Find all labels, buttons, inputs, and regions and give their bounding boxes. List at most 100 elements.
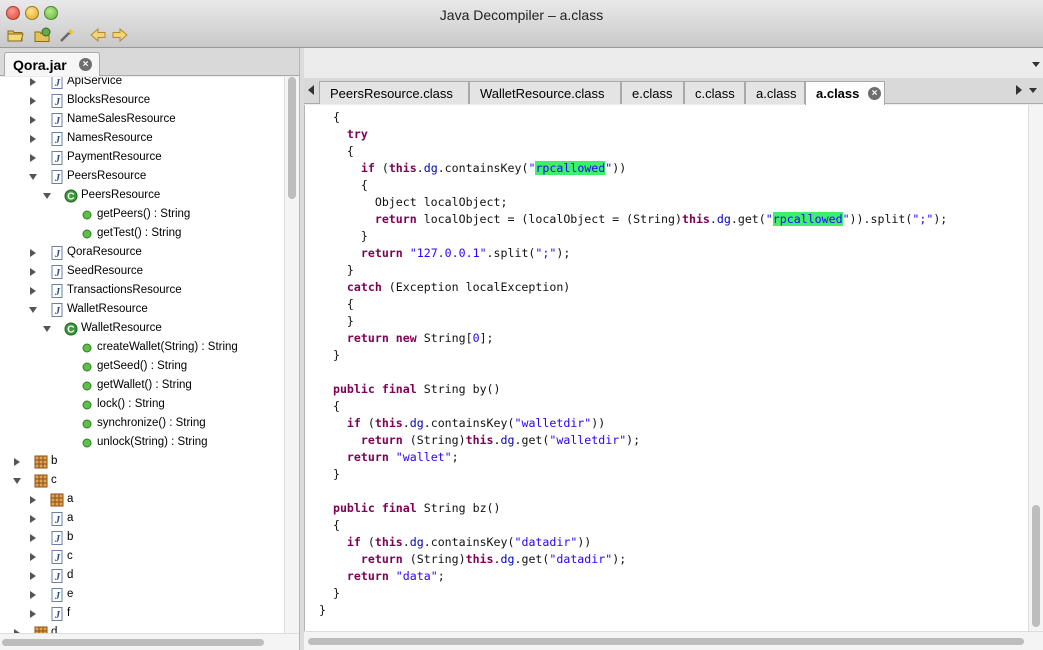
tree-item[interactable]: b	[0, 453, 284, 472]
collapsed-triangle-icon[interactable]	[28, 115, 38, 125]
java-file-icon: J	[50, 132, 64, 146]
class-icon: C	[64, 322, 78, 336]
tree-item[interactable]: d	[0, 624, 284, 633]
tree-item[interactable]: Jd	[0, 567, 284, 586]
tree-item[interactable]: Je	[0, 586, 284, 605]
open-type-icon[interactable]	[34, 27, 52, 43]
tree-item[interactable]: J TransactionsResource	[0, 282, 284, 301]
tree-item[interactable]: getSeed() : String	[0, 358, 284, 377]
java-file-icon: J	[50, 512, 64, 526]
code-line: return new String[0];	[346, 331, 494, 345]
expanded-triangle-icon[interactable]	[42, 191, 52, 201]
package-icon	[34, 474, 48, 488]
expanded-triangle-icon[interactable]	[28, 172, 38, 182]
tree-item[interactable]: createWallet(String) : String	[0, 339, 284, 358]
tab-list-menu-icon[interactable]	[1029, 88, 1037, 93]
tree-item-label: b	[67, 531, 74, 543]
java-file-icon: J	[50, 77, 64, 89]
svg-text:C: C	[67, 192, 74, 203]
code-editor[interactable]: { try { if (this.dg.containsKey("rpcallo…	[304, 105, 1028, 631]
tree-item[interactable]: synchronize() : String	[0, 415, 284, 434]
tree-item[interactable]: a	[0, 491, 284, 510]
tree-horizontal-scrollbar[interactable]	[0, 633, 299, 650]
tree-item[interactable]: J QoraResource	[0, 244, 284, 263]
collapsed-triangle-icon[interactable]	[28, 533, 38, 543]
tree-item[interactable]: getPeers() : String	[0, 206, 284, 225]
collapsed-triangle-icon[interactable]	[28, 609, 38, 619]
collapsed-triangle-icon[interactable]	[28, 153, 38, 163]
code-line: catch (Exception localException)	[346, 280, 571, 294]
tree-item[interactable]: Jf	[0, 605, 284, 624]
method-icon	[80, 341, 94, 355]
tree-item[interactable]: getWallet() : String	[0, 377, 284, 396]
package-icon	[50, 493, 64, 507]
svg-text:J: J	[54, 135, 61, 146]
code-line: return localObject = (localObject = (Str…	[374, 212, 948, 226]
tree-item[interactable]: J NamesResource	[0, 130, 284, 149]
tree-item[interactable]: c	[0, 472, 284, 491]
scrollbar-thumb[interactable]	[1032, 505, 1040, 627]
tree-vertical-scrollbar[interactable]	[284, 77, 299, 633]
editor-vertical-scrollbar[interactable]	[1028, 105, 1043, 631]
tab-qora-jar[interactable]: Qora.jar ×	[4, 52, 100, 76]
tree-item[interactable]: J BlocksResource	[0, 92, 284, 111]
editor-tab[interactable]: a.class ×	[805, 81, 885, 105]
tree-item[interactable]: J ApiService	[0, 77, 284, 92]
expanded-triangle-icon[interactable]	[42, 324, 52, 334]
back-arrow-icon[interactable]	[89, 27, 107, 43]
scrollbar-thumb[interactable]	[308, 638, 1024, 645]
tree-item[interactable]: Ja	[0, 510, 284, 529]
expanded-triangle-icon[interactable]	[12, 476, 22, 486]
method-icon	[80, 208, 94, 222]
tree-item[interactable]: J PeersResource	[0, 168, 284, 187]
collapsed-triangle-icon[interactable]	[28, 514, 38, 524]
collapsed-triangle-icon[interactable]	[28, 96, 38, 106]
editor-tab[interactable]: WalletResource.class	[469, 81, 621, 104]
tree-item[interactable]: getTest() : String	[0, 225, 284, 244]
code-line: }	[319, 586, 340, 600]
svg-text:J: J	[54, 591, 61, 602]
editor-tab[interactable]: e.class	[621, 81, 684, 104]
code-line: return "data";	[346, 569, 445, 583]
scrollbar-thumb[interactable]	[288, 77, 296, 199]
tree-item[interactable]: C PeersResource	[0, 187, 284, 206]
wand-icon[interactable]	[58, 27, 76, 43]
tree-item[interactable]: C WalletResource	[0, 320, 284, 339]
collapsed-triangle-icon[interactable]	[28, 267, 38, 277]
java-file-icon: J	[50, 246, 64, 260]
close-icon[interactable]: ×	[868, 87, 881, 100]
scrollbar-thumb[interactable]	[2, 639, 264, 646]
collapsed-triangle-icon[interactable]	[28, 571, 38, 581]
tab-scroll-left-icon[interactable]	[308, 85, 314, 95]
open-folder-icon[interactable]	[6, 27, 24, 43]
editor-tab[interactable]: a.class	[745, 81, 805, 104]
collapsed-triangle-icon[interactable]	[28, 495, 38, 505]
tree-item[interactable]: unlock(String) : String	[0, 434, 284, 453]
collapsed-triangle-icon[interactable]	[12, 457, 22, 467]
collapsed-triangle-icon[interactable]	[28, 77, 38, 87]
close-icon[interactable]: ×	[79, 58, 92, 71]
collapsed-triangle-icon[interactable]	[28, 248, 38, 258]
editor-tab[interactable]: PeersResource.class	[319, 81, 469, 104]
expanded-triangle-icon[interactable]	[28, 305, 38, 315]
collapsed-triangle-icon[interactable]	[28, 590, 38, 600]
package-tree: J ApiService J BlocksResource J NameSalesReso…	[0, 77, 284, 633]
tree-item[interactable]: J PaymentResource	[0, 149, 284, 168]
tree-item[interactable]: J NameSalesResource	[0, 111, 284, 130]
tree-item[interactable]: lock() : String	[0, 396, 284, 415]
tree-item[interactable]: Jc	[0, 548, 284, 567]
svg-text:J: J	[54, 116, 61, 127]
tree-item-label: NamesResource	[67, 132, 153, 144]
panel-menu-icon[interactable]	[1032, 62, 1040, 67]
tree-item[interactable]: J WalletResource	[0, 301, 284, 320]
collapsed-triangle-icon[interactable]	[28, 552, 38, 562]
collapsed-triangle-icon[interactable]	[28, 134, 38, 144]
editor-horizontal-scrollbar[interactable]	[304, 631, 1043, 650]
svg-text:J: J	[54, 173, 61, 184]
tree-item[interactable]: Jb	[0, 529, 284, 548]
tree-item[interactable]: J SeedResource	[0, 263, 284, 282]
forward-arrow-icon[interactable]	[111, 27, 129, 43]
collapsed-triangle-icon[interactable]	[28, 286, 38, 296]
tab-scroll-right-icon[interactable]	[1016, 85, 1022, 95]
editor-tab[interactable]: c.class	[684, 81, 745, 104]
